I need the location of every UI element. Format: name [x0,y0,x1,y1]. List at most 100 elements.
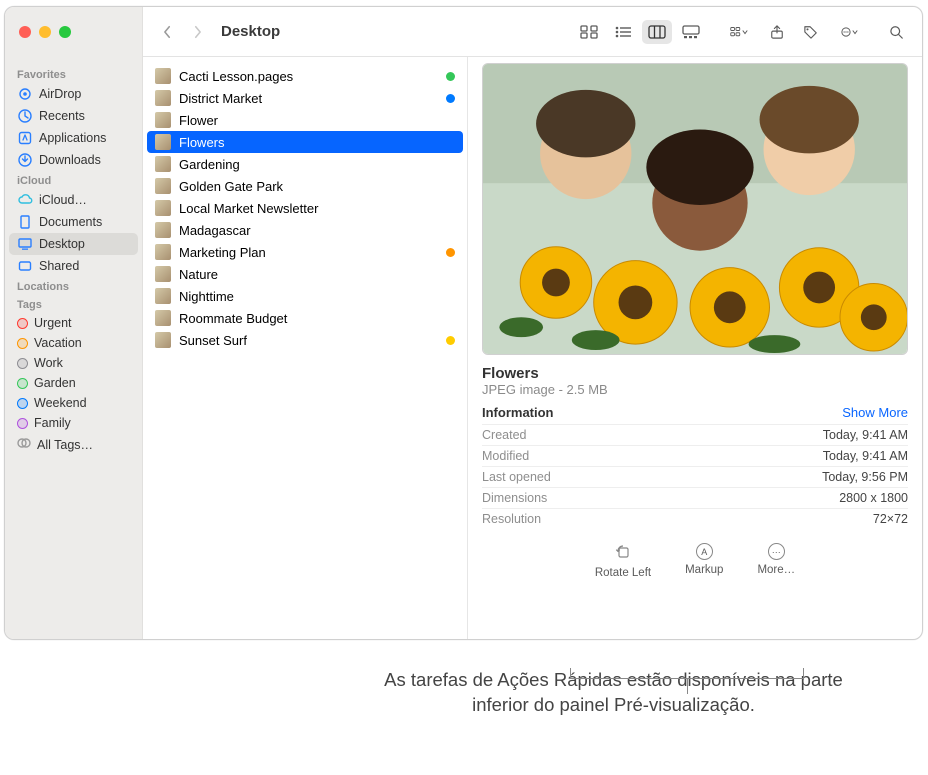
file-thumbnail-icon [155,112,171,128]
back-button[interactable] [155,20,179,44]
tag-dot-icon [17,418,28,429]
sidebar-item-label: Downloads [39,153,101,167]
show-more-link[interactable]: Show More [842,405,908,420]
info-row: Dimensions 2800 x 1800 [482,487,908,508]
file-row[interactable]: Local Market Newsletter [147,197,463,219]
gallery-view-button[interactable] [676,20,706,44]
file-thumbnail-icon [155,68,171,84]
sidebar-item-family[interactable]: Family [9,413,138,433]
file-row[interactable]: Flower [147,109,463,131]
preview-info-title: Information [482,405,554,420]
quick-action-label: More… [757,564,795,576]
sidebar-item-shared[interactable]: Shared [9,255,138,277]
info-key: Resolution [482,512,541,526]
close-window-button[interactable] [19,26,31,38]
toolbar: Desktop [143,20,922,44]
share-button[interactable] [762,20,792,44]
sidebar-item-label: Vacation [34,336,82,350]
quick-action-markup[interactable]: AMarkup [685,543,723,579]
sidebar-item-vacation[interactable]: Vacation [9,333,138,353]
info-key: Dimensions [482,491,547,505]
info-row: Last openedToday, 9:56 PM [482,466,908,487]
sidebar-section-title: iCloud [9,171,138,189]
quick-action-rotate[interactable]: Rotate Left [595,543,651,579]
info-value: Today, 9:41 AM [823,449,908,463]
preview-pane: Flowers JPEG image - 2.5 MB Information … [467,57,922,639]
sidebar-item-label: Applications [39,131,106,145]
info-row: Resolution 72×72 [482,508,908,529]
bracket-icon [570,668,804,696]
sidebar-item-label: Documents [39,215,102,229]
clock-icon [17,108,33,124]
sidebar-item-label: All Tags… [37,438,93,452]
sidebar-item-label: AirDrop [39,87,81,101]
forward-button[interactable] [185,20,209,44]
preview-file-kind: JPEG image - 2.5 MB [482,382,908,397]
file-thumbnail-icon [155,222,171,238]
quick-action-more[interactable]: ···More… [757,543,795,579]
file-name-label: Cacti Lesson.pages [179,69,438,84]
titlebar: Desktop [5,7,922,57]
file-row[interactable]: Golden Gate Park [147,175,463,197]
group-by-button[interactable] [720,20,758,44]
sidebar-section-title: Favorites [9,65,138,83]
view-mode-group [574,20,706,44]
sidebar-item-applications[interactable]: Applications [9,127,138,149]
preview-info-header: Information Show More [482,405,908,420]
window-controls [5,7,143,57]
info-value: 72×72 [873,512,908,526]
file-name-label: Roommate Budget [179,311,455,326]
sidebar-item-recents[interactable]: Recents [9,105,138,127]
tags-button[interactable] [796,20,826,44]
tag-dot-icon [17,358,28,369]
file-name-label: Nature [179,267,455,282]
info-key: Last opened [482,470,551,484]
file-name-label: Sunset Surf [179,333,438,348]
info-row: CreatedToday, 9:41 AM [482,424,908,445]
file-thumbnail-icon [155,90,171,106]
info-value: 2800 x 1800 [839,491,908,505]
sidebar-item-desktop[interactable]: Desktop [9,233,138,255]
sidebar-item-weekend[interactable]: Weekend [9,393,138,413]
file-row[interactable]: Gardening [147,153,463,175]
tag-dot-icon [17,338,28,349]
sidebar-item-work[interactable]: Work [9,353,138,373]
sidebar-item-urgent[interactable]: Urgent [9,313,138,333]
file-row[interactable]: Sunset Surf [147,329,463,351]
sidebar-item-documents[interactable]: Documents [9,211,138,233]
zoom-window-button[interactable] [59,26,71,38]
sidebar-item-all-tags-[interactable]: All Tags… [9,433,138,456]
tag-dot-icon [17,318,28,329]
file-thumbnail-icon [155,134,171,150]
cloud-icon [17,192,33,208]
list-view-button[interactable] [608,20,638,44]
sidebar-item-label: Garden [34,376,76,390]
file-thumbnail-icon [155,200,171,216]
action-menu-button[interactable] [830,20,868,44]
tag-dot-icon [17,398,28,409]
file-row[interactable]: Flowers [147,131,463,153]
file-row[interactable]: Roommate Budget [147,307,463,329]
file-row[interactable]: Cacti Lesson.pages [147,65,463,87]
file-tag-dot [446,72,455,81]
sidebar-item-downloads[interactable]: Downloads [9,149,138,171]
sidebar-item-garden[interactable]: Garden [9,373,138,393]
markup-icon: A [696,543,713,560]
sidebar-item-airdrop[interactable]: AirDrop [9,83,138,105]
file-row[interactable]: Nature [147,263,463,285]
sidebar-item-label: iCloud… [39,193,87,207]
file-row[interactable]: Marketing Plan [147,241,463,263]
sidebar-item-icloud-[interactable]: iCloud… [9,189,138,211]
file-row[interactable]: District Market [147,87,463,109]
icon-view-button[interactable] [574,20,604,44]
file-row[interactable]: Madagascar [147,219,463,241]
tag-dot-icon [17,378,28,389]
file-name-label: Golden Gate Park [179,179,455,194]
search-button[interactable] [882,20,912,44]
minimize-window-button[interactable] [39,26,51,38]
file-row[interactable]: Nighttime [147,285,463,307]
app-icon [17,130,33,146]
file-name-label: Nighttime [179,289,455,304]
airdrop-icon [17,86,33,102]
column-view-button[interactable] [642,20,672,44]
